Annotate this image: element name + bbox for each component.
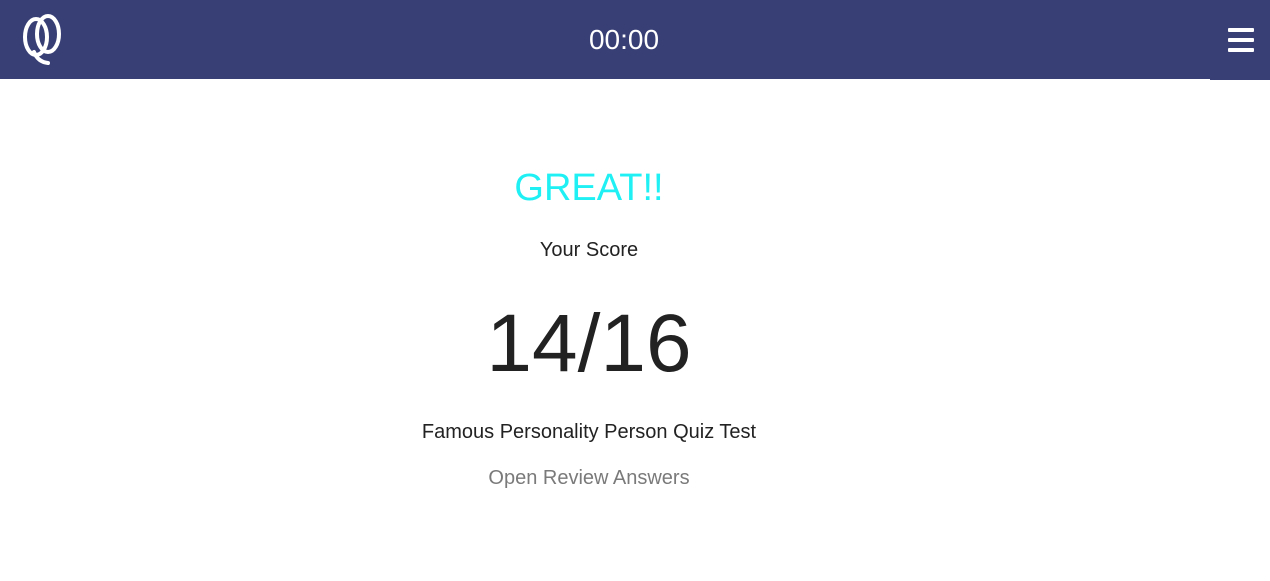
open-review-answers-link[interactable]: Open Review Answers	[480, 466, 698, 490]
score-value: 14/16	[486, 298, 692, 389]
score-label: Your Score	[539, 239, 639, 261]
quiz-result-panel: GREAT!! Your Score 14/16 Famous Personal…	[0, 0, 1178, 581]
result-verdict: GREAT!!	[514, 167, 664, 209]
hamburger-menu-button[interactable]	[1210, 0, 1270, 80]
quiz-title: Famous Personality Person Quiz Test	[421, 421, 757, 443]
